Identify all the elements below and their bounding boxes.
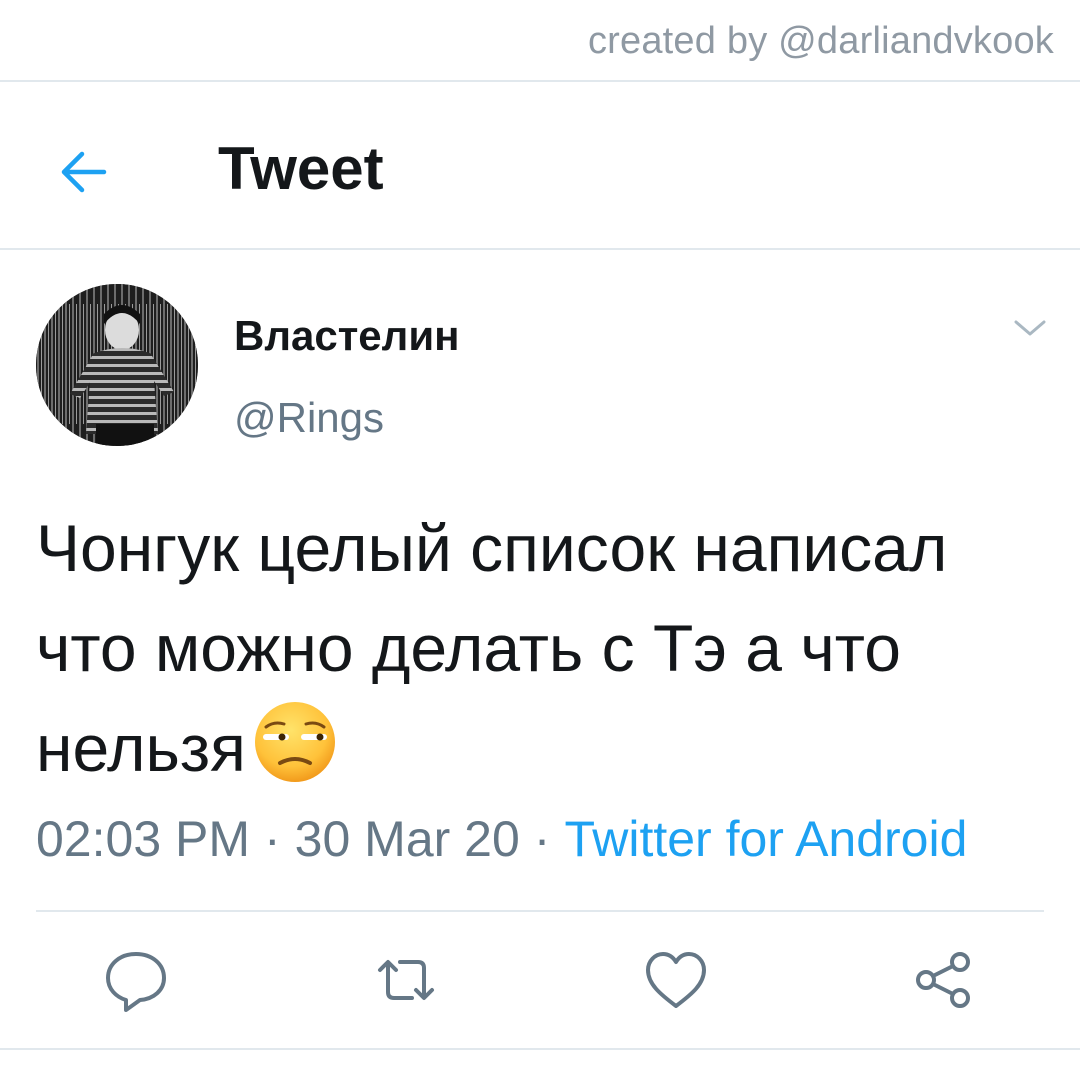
page-title: Tweet [218,135,384,202]
tweet-meta: 02:03 PM · 30 Mar 20 · Twitter for Android [36,810,967,868]
tweet-menu-button[interactable] [1012,314,1048,342]
tweet-body: Чонгук целый список написал что можно де… [36,511,948,785]
meta-separator: · [533,811,551,867]
action-bar [0,940,1080,1020]
author-display-name[interactable]: Властелин [234,312,460,360]
arrow-left-icon [61,151,107,193]
tweet-text: Чонгук целый список написал что можно де… [36,498,1046,798]
watermark: created by @darliandvkook [587,20,1054,62]
unamused-face-emoji [252,699,338,785]
divider [0,1048,1080,1050]
tweet-source-link[interactable]: Twitter for Android [564,811,967,867]
retweet-button[interactable] [366,940,446,1020]
share-icon [916,952,970,1008]
share-button[interactable] [904,940,984,1020]
tweet-date: 30 Mar 20 [294,811,520,867]
avatar-image [36,284,198,446]
tweet-screen: created by @darliandvkook Tweet Властели… [0,0,1080,1072]
back-button[interactable] [52,140,116,204]
header: Tweet [0,82,1080,250]
reply-icon [106,952,166,1012]
tweet-time: 02:03 PM [36,811,251,867]
divider [36,910,1044,912]
like-button[interactable] [636,940,716,1020]
meta-separator: · [264,811,281,867]
retweet-icon [378,960,434,1000]
avatar[interactable] [36,284,198,446]
heart-icon [646,952,706,1008]
author-handle[interactable]: @Rings [234,394,384,442]
watermark-bar: created by @darliandvkook [0,0,1080,82]
reply-button[interactable] [96,940,176,1020]
chevron-down-icon [1014,320,1046,336]
